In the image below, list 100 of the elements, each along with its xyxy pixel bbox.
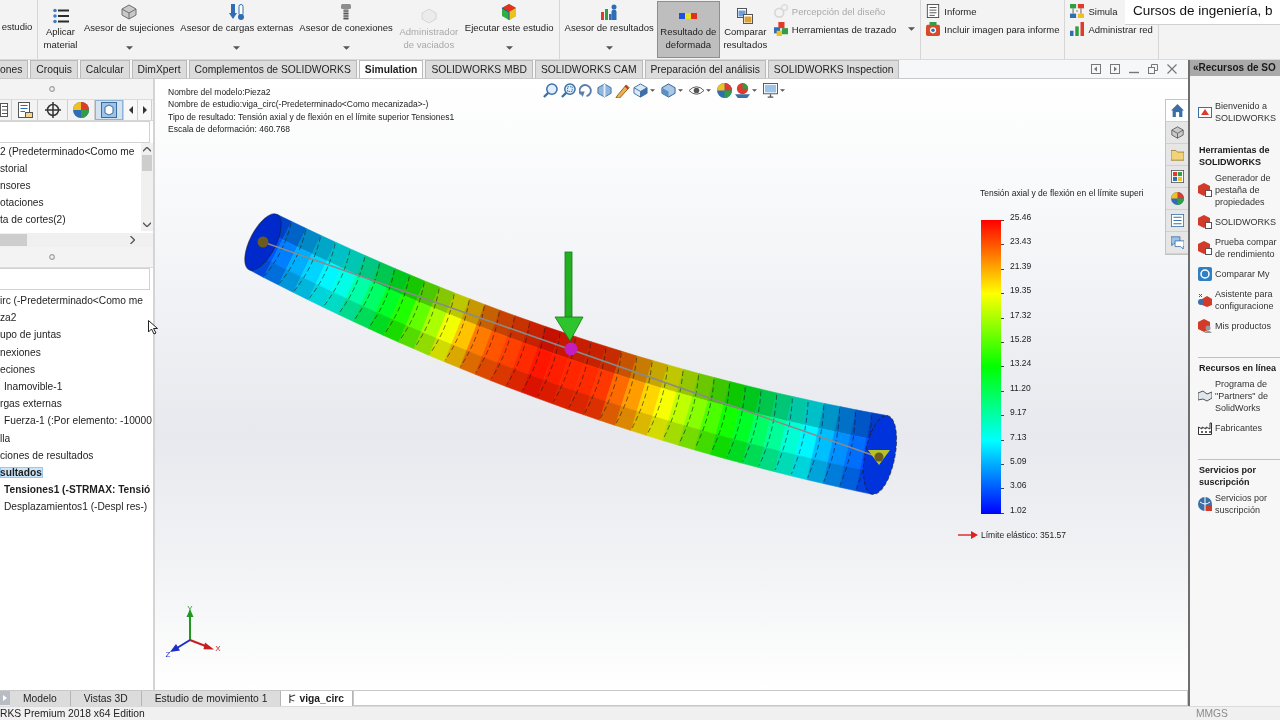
- panel-tab[interactable]: [0, 100, 12, 120]
- eye-icon[interactable]: [689, 83, 704, 98]
- ribbon-tab[interactable]: SOLIDWORKS Inspection: [767, 60, 900, 78]
- ribbon-tab[interactable]: Preparación del análisis: [644, 60, 766, 78]
- magnifier-icon[interactable]: [561, 83, 576, 98]
- filter-field[interactable]: [0, 121, 150, 143]
- ball-plate-icon[interactable]: [735, 83, 750, 98]
- tree-item[interactable]: 2 (Predeterminado<Como me: [0, 146, 136, 157]
- branch-icon: [289, 694, 297, 703]
- caret-icon[interactable]: [752, 89, 757, 92]
- scale-value: 19.35: [1010, 284, 1032, 297]
- ribbon-button[interactable]: Informe: [923, 2, 1063, 20]
- window-right-icon[interactable]: [1110, 64, 1120, 74]
- ribbon-tab[interactable]: SOLIDWORKS CAM: [534, 60, 643, 78]
- caret-icon[interactable]: [125, 46, 133, 50]
- ribbon-button[interactable]: Ejecutar este estudio: [461, 1, 557, 58]
- tree-item[interactable]: irc (-Predeterminado<Como me: [0, 295, 144, 306]
- tree-item[interactable]: Desplazamientos1 (-Despl res-): [4, 501, 149, 513]
- grip-handle-icon[interactable]: [49, 86, 55, 92]
- ribbon-tab[interactable]: Croquis: [30, 60, 78, 78]
- panel-tab[interactable]: [95, 100, 124, 120]
- document-tab[interactable]: viga_circ: [281, 691, 354, 706]
- magnifier-icon[interactable]: [543, 83, 558, 98]
- monitor-icon[interactable]: [763, 83, 778, 98]
- resource-link[interactable]: SOLIDWORKS: [1198, 215, 1280, 229]
- resource-link[interactable]: Bienvenido a SOLIDWORKS: [1198, 100, 1280, 124]
- tree-item[interactable]: storial: [0, 163, 29, 174]
- tree-item[interactable]: za2: [0, 312, 18, 324]
- resource-link[interactable]: Fabricantes: [1198, 421, 1280, 435]
- document-tab[interactable]: Estudio de movimiento 1: [141, 691, 282, 706]
- task-pane-tab[interactable]: [1166, 100, 1188, 122]
- ribbon-button[interactable]: Comparar resultados: [719, 1, 771, 58]
- resource-link[interactable]: Generador de pestaña de propiedades: [1198, 172, 1280, 208]
- caret-icon[interactable]: [678, 89, 683, 92]
- color-ball-icon[interactable]: [717, 83, 732, 98]
- restore-icon[interactable]: [1148, 64, 1158, 74]
- caret-icon[interactable]: [908, 27, 916, 31]
- ribbon-tab[interactable]: Simulation: [358, 60, 424, 78]
- caret-icon[interactable]: [780, 89, 785, 92]
- resource-link[interactable]: Mis productos: [1198, 319, 1280, 333]
- tree-item[interactable]: ciones de resultados: [0, 449, 95, 461]
- tree-item[interactable]: upo de juntas: [0, 329, 63, 341]
- tree-item[interactable]: rgas externas: [0, 398, 63, 410]
- scrollbar-thumb[interactable]: [142, 155, 152, 171]
- ribbon-tab[interactable]: ones: [0, 60, 29, 78]
- caret-icon[interactable]: [342, 46, 350, 50]
- caret-icon[interactable]: [505, 46, 513, 50]
- horizontal-scrollbar[interactable]: [353, 691, 1188, 706]
- ribbon-button[interactable]: Asesor de conexiones: [296, 1, 396, 58]
- ribbon-tab[interactable]: Calcular: [79, 60, 130, 78]
- tree-item[interactable]: Fuerza-1 (:Por elemento: -10000: [4, 415, 153, 427]
- ribbon-tab[interactable]: Complementos de SOLIDWORKS: [188, 60, 357, 78]
- tree-item[interactable]: sultados: [0, 466, 43, 478]
- ribbon-button[interactable]: Asesor de cargas externas: [177, 1, 297, 58]
- tree-item[interactable]: nsores: [0, 180, 32, 191]
- horizontal-scrollbar[interactable]: [0, 233, 153, 247]
- tree-item[interactable]: lla: [0, 432, 12, 444]
- caret-icon[interactable]: [605, 46, 613, 50]
- tree-item[interactable]: nexiones: [0, 346, 42, 358]
- document-tab[interactable]: Vistas 3D: [70, 691, 142, 706]
- document-tab[interactable]: Modelo: [10, 691, 71, 706]
- shaded-cube-icon[interactable]: [661, 83, 676, 98]
- section-cube-icon[interactable]: [597, 83, 612, 98]
- ribbon-button[interactable]: estudio: [0, 1, 36, 58]
- ribbon-tab[interactable]: DimXpert: [131, 60, 187, 78]
- vertical-scrollbar[interactable]: [141, 143, 153, 231]
- ribbon-button[interactable]: Incluir imagen para informe: [923, 20, 1063, 38]
- tree-item[interactable]: eciones: [0, 363, 37, 375]
- tree-item[interactable]: ta de cortes(2): [0, 214, 67, 225]
- caret-icon[interactable]: [650, 89, 655, 92]
- ribbon-button[interactable]: Asesor de resultados: [561, 1, 657, 58]
- status-text: RKS Premium 2018 x64 Edition: [0, 708, 145, 719]
- resource-link[interactable]: Servicios por suscripción: [1198, 492, 1280, 516]
- tree-item[interactable]: Tensiones1 (-STRMAX: Tensió: [4, 484, 152, 496]
- undo-arrow-icon[interactable]: [579, 83, 594, 98]
- scroll-left-button[interactable]: [124, 100, 138, 120]
- close-icon[interactable]: [1167, 64, 1177, 74]
- filter-field[interactable]: [0, 268, 150, 290]
- tree-item[interactable]: Inamovible-1: [4, 380, 64, 392]
- caret-icon[interactable]: [233, 46, 241, 50]
- ribbon-button[interactable]: Aplicar material: [40, 1, 81, 58]
- scroll-right-button[interactable]: [138, 100, 152, 120]
- resource-link[interactable]: Programa de "Partners" de SolidWorks: [1198, 378, 1280, 414]
- caret-down-icon[interactable]: [143, 222, 151, 227]
- tree-item[interactable]: otaciones: [0, 197, 45, 208]
- ribbon-button[interactable]: Asesor de sujeciones: [81, 1, 178, 58]
- grip-handle-icon[interactable]: [49, 254, 55, 260]
- caret-icon[interactable]: [706, 89, 711, 92]
- ribbon-button[interactable]: Herramientas de trazado: [770, 20, 919, 38]
- caret-up-icon[interactable]: [143, 147, 151, 152]
- pencil-icon[interactable]: [615, 83, 630, 98]
- resource-link[interactable]: Asistente para configuracione: [1198, 288, 1280, 312]
- caret-right-icon[interactable]: [130, 236, 135, 244]
- ribbon-button[interactable]: Resultado de deformada: [656, 1, 720, 58]
- ribbon-tab[interactable]: SOLIDWORKS MBD: [425, 60, 533, 78]
- scrollbar-thumb[interactable]: [0, 234, 27, 246]
- resource-link[interactable]: Prueba compar de rendimiento: [1198, 236, 1280, 260]
- cube-icon[interactable]: [633, 83, 648, 98]
- window-left-icon[interactable]: [1091, 64, 1101, 74]
- resource-link[interactable]: Comparar My: [1198, 267, 1280, 281]
